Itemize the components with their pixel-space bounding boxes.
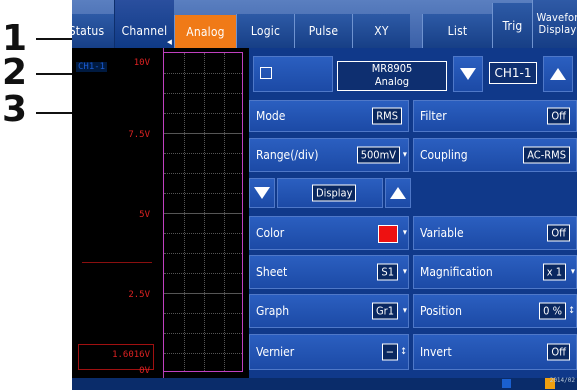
status-bar: 2014/02 (72, 378, 577, 390)
invert-control[interactable]: Invert Off (413, 334, 577, 370)
scale-label-top: 10V (133, 58, 150, 68)
display-section: Display (277, 178, 383, 208)
position-label: Position (420, 304, 462, 318)
tab-channel[interactable]: Channel ◀ (114, 0, 174, 48)
waveform-area: CH1-1 10V 7.5V 5V 2.5V 1.6016V 0V (72, 48, 249, 378)
callout-3: 3 (2, 89, 28, 130)
sheet-value[interactable]: S1 (377, 263, 398, 281)
coupling-label: Coupling (420, 148, 468, 162)
module-model: MR8905 (371, 62, 413, 75)
mode-value[interactable]: RMS (372, 107, 402, 125)
vernier-label: Vernier (256, 345, 295, 359)
tab-status-label: Status (72, 24, 105, 38)
module-info-button[interactable] (253, 56, 333, 92)
module-icon (260, 67, 272, 79)
vernier-control[interactable]: Vernier − ↕ (249, 334, 409, 370)
dropdown-icon: ▾ (402, 306, 407, 316)
display-next-button[interactable] (385, 178, 411, 208)
display-prev-button[interactable] (249, 178, 275, 208)
vernier-value[interactable]: − (381, 343, 398, 361)
triangle-down-icon (460, 68, 476, 80)
storage-icon (502, 379, 511, 388)
tab-pulse-label: Pulse (308, 24, 339, 38)
callout-2: 2 (2, 52, 28, 93)
tab-bar: Status Channel ◀ Analog Logic Pulse XY L… (72, 0, 577, 48)
position-control[interactable]: Position 0 % ↕ (413, 294, 577, 328)
channel-next-button[interactable] (543, 56, 573, 92)
triangle-up-icon (550, 68, 566, 80)
channel-select[interactable]: CH1-1 (489, 62, 537, 84)
filter-control[interactable]: Filter Off (413, 100, 577, 132)
channel-prev-button[interactable] (453, 56, 483, 92)
stepper-icon: ↕ (400, 347, 407, 357)
stepper-icon: ↕ (568, 306, 575, 316)
scale-label: 2.5V (128, 290, 150, 300)
position-value[interactable]: 0 % (539, 302, 566, 320)
control-panel: MR8905 Analog CH1-1 Mode RMS Filter Off … (249, 48, 577, 378)
tab-status[interactable]: Status (72, 14, 114, 48)
filter-value[interactable]: Off (547, 107, 570, 125)
waveform-trace (82, 262, 152, 263)
range-control[interactable]: Range(/div) 500mV ▾ (249, 138, 409, 172)
tab-logic[interactable]: Logic (236, 14, 294, 48)
status-date: 2014/02 (549, 377, 575, 384)
tab-pulse[interactable]: Pulse (294, 14, 352, 48)
tab-trig[interactable]: Trig (492, 3, 532, 48)
dropdown-icon: ▾ (402, 150, 407, 160)
graph-control[interactable]: Graph Gr1 ▾ (249, 294, 409, 328)
graph-label: Graph (256, 304, 290, 318)
color-label: Color (256, 226, 285, 240)
module-type: Analog (374, 75, 410, 88)
module-row: MR8905 Analog CH1-1 (249, 56, 577, 92)
tab-xy[interactable]: XY (352, 14, 410, 48)
color-swatch[interactable] (378, 225, 398, 243)
figure: 1 2 3 Status Channel ◀ Analog Logic Puls… (0, 0, 577, 390)
instrument-screen: Status Channel ◀ Analog Logic Pulse XY L… (72, 0, 577, 390)
tab-waveform-label: Wavefor Display (536, 11, 577, 36)
dropdown-icon: ▾ (570, 267, 575, 277)
magnification-value[interactable]: x 1 (542, 263, 566, 281)
invert-label: Invert (420, 345, 452, 359)
invert-value[interactable]: Off (547, 343, 570, 361)
range-value[interactable]: 500mV (356, 146, 400, 164)
sheet-label: Sheet (256, 265, 288, 279)
graph-value[interactable]: Gr1 (371, 302, 398, 320)
tab-channel-label: Channel (121, 24, 168, 38)
chevron-left-icon: ◀ (166, 38, 172, 46)
mode-label: Mode (256, 109, 286, 123)
waveform-grid (163, 52, 243, 372)
tab-analog-label: Analog (186, 24, 225, 39)
tab-xy-label: XY (374, 24, 389, 38)
tab-analog[interactable]: Analog (174, 15, 236, 48)
triangle-down-icon (254, 187, 270, 199)
color-control[interactable]: Color ▾ (249, 216, 409, 250)
scale-label-offset: 1.6016V (112, 350, 150, 360)
coupling-value[interactable]: AC-RMS (523, 146, 570, 164)
variable-label: Variable (420, 226, 464, 240)
callout-1: 1 (2, 18, 28, 59)
module-title: MR8905 Analog (337, 61, 447, 91)
triangle-up-icon (390, 187, 406, 199)
sheet-control[interactable]: Sheet S1 ▾ (249, 255, 409, 289)
dropdown-icon: ▾ (402, 267, 407, 277)
magnification-label: Magnification (420, 265, 493, 279)
magnification-control[interactable]: Magnification x 1 ▾ (413, 255, 577, 289)
variable-value[interactable]: Off (547, 224, 570, 242)
scale-label: 5V (139, 210, 150, 220)
mode-control[interactable]: Mode RMS (249, 100, 409, 132)
tab-trig-label: Trig (502, 18, 523, 33)
display-label: Display (312, 184, 357, 202)
variable-control[interactable]: Variable Off (413, 216, 577, 250)
tab-list-label: List (447, 24, 468, 38)
coupling-control[interactable]: Coupling AC-RMS (413, 138, 577, 172)
tab-waveform-display[interactable]: Wavefor Display (532, 0, 577, 48)
range-label: Range(/div) (256, 148, 319, 162)
filter-label: Filter (420, 109, 447, 123)
dropdown-icon: ▾ (402, 228, 407, 238)
tab-list[interactable]: List (422, 14, 492, 48)
scale-label: 7.5V (128, 130, 150, 140)
scale-label-bottom: 0V (139, 366, 150, 376)
tab-logic-label: Logic (250, 24, 281, 38)
